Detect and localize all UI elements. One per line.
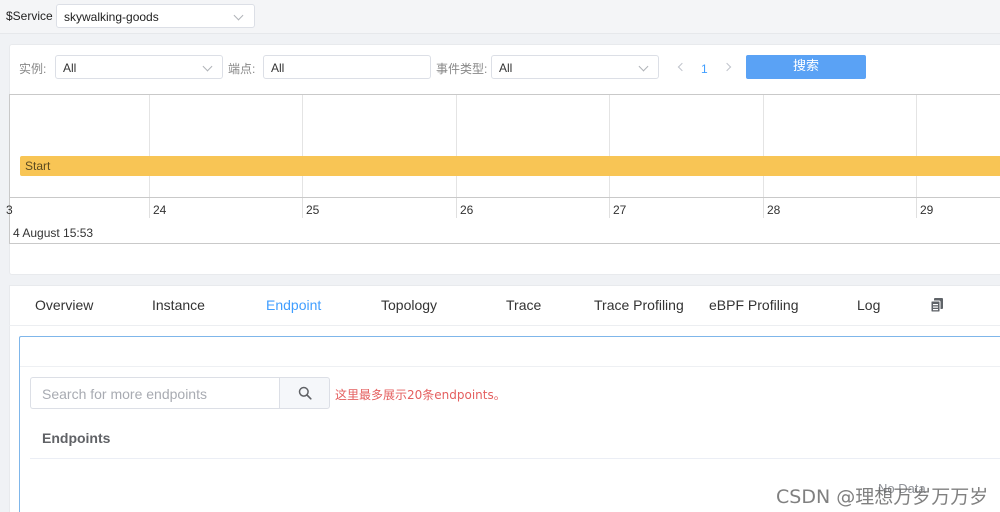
timeline-event-bar[interactable]: Start: [20, 156, 1000, 176]
timeline-tick: [763, 198, 764, 218]
timeline-tick: [916, 198, 917, 218]
timeline-tick: [609, 198, 610, 218]
chevron-down-icon: [233, 10, 244, 21]
endpoint-filter-value: All: [271, 61, 285, 75]
timeline-gridline: [763, 95, 764, 197]
service-select[interactable]: skywalking-goods: [56, 4, 255, 28]
endpoint-limit-hint: 这里最多展示20条endpoints。: [335, 388, 506, 402]
tab-topology[interactable]: Topology: [381, 297, 437, 313]
watermark: CSDN @理想万岁万万岁: [776, 486, 989, 508]
timeline-tick: [149, 198, 150, 218]
timeline-gridline: [302, 95, 303, 197]
service-label: $Service: [6, 9, 53, 23]
instance-filter-label: 实例:: [19, 62, 47, 76]
service-select-value: skywalking-goods: [64, 10, 159, 24]
timeline-axis: [10, 197, 1000, 198]
timeline-tick: [302, 198, 303, 218]
timeline-event-label: Start: [25, 159, 51, 173]
timeline-date-label: 27: [613, 203, 627, 217]
instance-select-value: All: [63, 61, 77, 75]
search-icon: [298, 386, 312, 400]
tab-ebpf-profiling[interactable]: eBPF Profiling: [709, 297, 798, 313]
timeline-date-label: 26: [460, 203, 474, 217]
event-type-select-value: All: [499, 61, 513, 75]
event-timeline[interactable]: Start 3 24 25 26 27 28 29 4 August 15:53: [6, 94, 1000, 244]
endpoint-filter-input[interactable]: All: [263, 55, 431, 79]
endpoints-title: Endpoints: [42, 430, 111, 446]
tab-trace[interactable]: Trace: [506, 297, 541, 313]
timeline-major-label: 4 August 15:53: [13, 226, 94, 240]
tab-endpoint[interactable]: Endpoint: [266, 297, 321, 313]
timeline-date-label: 24: [153, 203, 167, 217]
timeline-date-label: 28: [767, 203, 781, 217]
search-button[interactable]: 搜索: [746, 55, 866, 79]
endpoint-search-button[interactable]: [279, 377, 330, 409]
panel-header-divider: [20, 366, 1000, 367]
endpoints-divider: [30, 458, 1000, 459]
timeline-gridline: [916, 95, 917, 197]
event-type-filter-label: 事件类型:: [436, 62, 488, 76]
timeline-date-label: 25: [306, 203, 320, 217]
endpoint-search-input[interactable]: Search for more endpoints: [30, 377, 279, 409]
tab-instance[interactable]: Instance: [152, 297, 205, 313]
instance-select[interactable]: All: [55, 55, 223, 79]
endpoint-filter-label: 端点:: [228, 62, 256, 76]
timeline-tick: [456, 198, 457, 218]
timeline-gridline: [609, 95, 610, 197]
chevron-down-icon: [202, 61, 213, 72]
timeline-gridline: [456, 95, 457, 197]
timeline-gridline: [149, 95, 150, 197]
endpoint-search-placeholder: Search for more endpoints: [42, 386, 207, 402]
current-page[interactable]: 1: [701, 62, 708, 76]
tab-trace-profiling[interactable]: Trace Profiling: [594, 297, 684, 313]
copy-icon[interactable]: [930, 297, 944, 313]
tab-overview[interactable]: Overview: [35, 297, 93, 313]
tab-log[interactable]: Log: [857, 297, 880, 313]
timeline-date-label: 3: [6, 203, 13, 217]
timeline-date-label: 29: [920, 203, 934, 217]
service-bar: $Service skywalking-goods: [0, 0, 1000, 34]
event-type-select[interactable]: All: [491, 55, 659, 79]
dashboard-tabs: Overview Instance Endpoint Topology Trac…: [9, 285, 1000, 326]
chevron-down-icon: [638, 61, 649, 72]
